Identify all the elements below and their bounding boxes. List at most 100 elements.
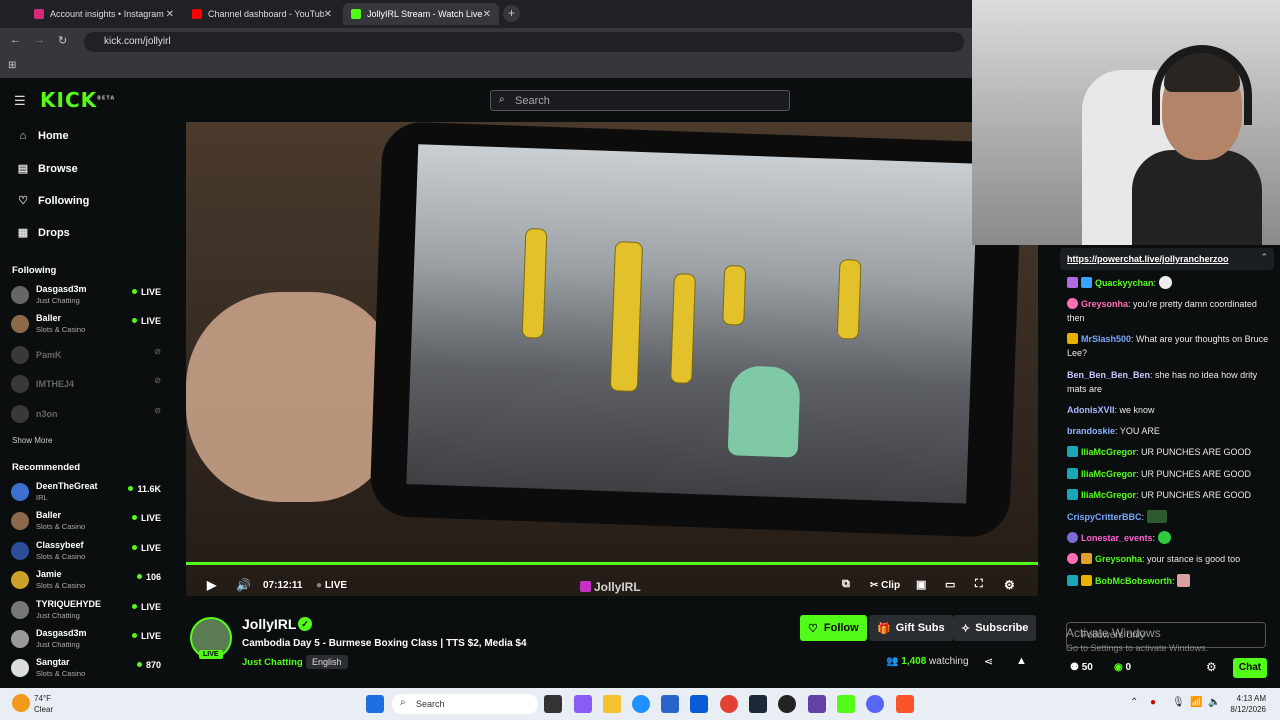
close-icon[interactable]: ✕: [483, 9, 491, 20]
search-input[interactable]: ⌕ Search: [490, 90, 790, 111]
nav-browse[interactable]: ▤ Browse: [16, 162, 78, 176]
discord-icon[interactable]: [866, 695, 884, 713]
sidebar-channel[interactable]: Baller Slots & Casino LIVE: [11, 313, 161, 341]
menu-icon[interactable]: ☰: [14, 93, 26, 109]
streamer-name[interactable]: JollyIRL: [242, 616, 296, 632]
sidebar-channel[interactable]: DeenTheGreat IRL 11.6K: [11, 481, 161, 509]
steam-icon[interactable]: [749, 695, 767, 713]
app-icon[interactable]: [778, 695, 796, 713]
chrome-icon[interactable]: [720, 695, 738, 713]
points-display[interactable]: ⚉ 50: [1070, 662, 1093, 673]
outlook-icon[interactable]: [690, 695, 708, 713]
kick-logo[interactable]: KICKBETA: [40, 88, 115, 112]
twitch-icon[interactable]: [808, 695, 826, 713]
reload-icon[interactable]: ↻: [58, 34, 67, 47]
start-icon[interactable]: [366, 695, 384, 713]
nav-home[interactable]: ⌂ Home: [16, 130, 69, 142]
wifi-icon[interactable]: 📶: [1190, 697, 1202, 708]
kicks-display[interactable]: ◉ 0: [1114, 662, 1131, 673]
captions-icon[interactable]: ▣: [916, 578, 926, 591]
video-frame-phone: [369, 122, 1023, 539]
tab-kick[interactable]: JollyIRL Stream - Watch Live on ✕: [343, 3, 499, 25]
play-icon[interactable]: ▶: [207, 578, 216, 592]
forward-icon[interactable]: →: [34, 34, 45, 46]
sidebar-channel[interactable]: Sangtar Slots & Casino 870: [11, 657, 161, 685]
sidebar-channel[interactable]: Jamie Slots & Casino 106: [11, 569, 161, 597]
sidebar-channel[interactable]: Classybeef Slots & Casino LIVE: [11, 540, 161, 568]
tab-youtube[interactable]: Channel dashboard - YouTube ✕: [184, 3, 340, 25]
avatar: [11, 601, 29, 619]
video-frame-gym: [406, 144, 978, 504]
emote-icon: [1177, 574, 1191, 587]
badge-icon: [1067, 446, 1078, 457]
tab-instagram[interactable]: Account insights • Instagram ✕: [26, 3, 182, 25]
close-icon[interactable]: ✕: [166, 9, 174, 20]
stream-title: Cambodia Day 5 - Burmese Boxing Class | …: [242, 638, 527, 649]
sidebar-channel[interactable]: Dasgasd3m Just Chatting LIVE: [11, 628, 161, 656]
follow-button[interactable]: ♡ Follow: [800, 615, 867, 641]
taskbar-clock[interactable]: 4:13 AM 8/12/2026: [1228, 693, 1266, 715]
weather-widget[interactable]: 74°F Clear: [34, 693, 53, 715]
sidebar-channel[interactable]: n3on ⊘: [11, 403, 161, 431]
fullscreen-icon[interactable]: ⛶: [975, 578, 983, 591]
url-field[interactable]: kick.com/jollyirl: [84, 32, 964, 52]
nav-drops[interactable]: ▦ Drops: [16, 226, 70, 240]
progress-bar[interactable]: [186, 562, 1038, 565]
tray-chevron-icon[interactable]: ⌃: [1130, 697, 1138, 708]
live-badge: LIVE: [199, 650, 223, 659]
chat-settings-icon[interactable]: ⚙: [1206, 660, 1217, 674]
store-icon[interactable]: [661, 695, 679, 713]
sidebar-channel[interactable]: PamK ⊘: [11, 344, 161, 372]
mic-icon[interactable]: 🎙: [1172, 697, 1185, 708]
speaker-icon[interactable]: 🔈: [1208, 697, 1220, 708]
clip-button[interactable]: ✂ Clip: [870, 580, 900, 591]
offline-icon: ⊘: [154, 406, 161, 415]
gift-subs-button[interactable]: 🎁 Gift Subs: [869, 615, 953, 641]
pinned-message[interactable]: https://powerchat.live/jollyrancherzoo ⌃: [1060, 248, 1274, 270]
task-view-icon[interactable]: [544, 695, 562, 713]
video-player[interactable]: [186, 122, 1038, 596]
file-explorer-icon[interactable]: [603, 695, 621, 713]
show-more-link[interactable]: Show More: [12, 436, 52, 445]
sidebar-channel[interactable]: IMTHEJ4 ⊘: [11, 373, 161, 401]
kick-icon: [351, 9, 361, 19]
tray-icon[interactable]: ●: [1150, 697, 1156, 708]
sidebar-channel[interactable]: Baller Slots & Casino LIVE: [11, 510, 161, 538]
theatre-icon[interactable]: ▭: [945, 578, 955, 591]
weather-icon[interactable]: [12, 694, 30, 712]
subscribe-button[interactable]: ✧ Subscribe: [953, 615, 1037, 641]
live-status: LIVE: [131, 513, 161, 523]
video-frame-hand: [186, 292, 396, 502]
taskbar-search[interactable]: ⌕ Search: [392, 694, 538, 714]
live-status: LIVE: [131, 287, 161, 297]
edge-icon[interactable]: [632, 695, 650, 713]
report-icon[interactable]: ▲: [1016, 655, 1027, 667]
chat-message: IliaMcGregor: UR PUNCHES ARE GOOD: [1067, 467, 1273, 481]
chat-message: Lonestar_events:: [1067, 531, 1273, 545]
pinned-link[interactable]: https://powerchat.live/jollyrancherzoo: [1067, 254, 1229, 264]
apps-icon[interactable]: ⊞: [8, 60, 16, 71]
copilot-icon[interactable]: [574, 695, 592, 713]
stream-category[interactable]: Just Chatting: [242, 657, 303, 668]
instagram-icon: [34, 9, 44, 19]
share-icon[interactable]: ⋖: [984, 655, 993, 668]
volume-icon[interactable]: 🔊: [236, 578, 251, 592]
sidebar-channel[interactable]: TYRIQUEHYDE Just Chatting LIVE: [11, 599, 161, 627]
chevron-up-icon[interactable]: ⌃: [1260, 252, 1268, 263]
kicks-icon: ◉: [1114, 662, 1123, 673]
emote-icon: [1157, 531, 1171, 544]
back-icon[interactable]: ←: [10, 34, 21, 46]
new-tab-button[interactable]: +: [503, 5, 520, 22]
close-icon[interactable]: ✕: [324, 9, 332, 20]
brave-icon[interactable]: [896, 695, 914, 713]
kick-app-icon[interactable]: [837, 695, 855, 713]
miniplayer-icon[interactable]: ⧉: [842, 578, 850, 591]
nav-following[interactable]: ♡ Following: [16, 194, 89, 208]
badge-icon: [1067, 575, 1078, 586]
send-chat-button[interactable]: Chat: [1233, 658, 1267, 678]
viewer-count: 👥 1,408 watching: [886, 656, 969, 667]
badge-icon: [1081, 277, 1092, 288]
language-tag[interactable]: English: [306, 655, 348, 669]
settings-icon[interactable]: ⚙: [1004, 578, 1015, 592]
sidebar-channel[interactable]: Dasgasd3m Just Chatting LIVE: [11, 284, 161, 312]
